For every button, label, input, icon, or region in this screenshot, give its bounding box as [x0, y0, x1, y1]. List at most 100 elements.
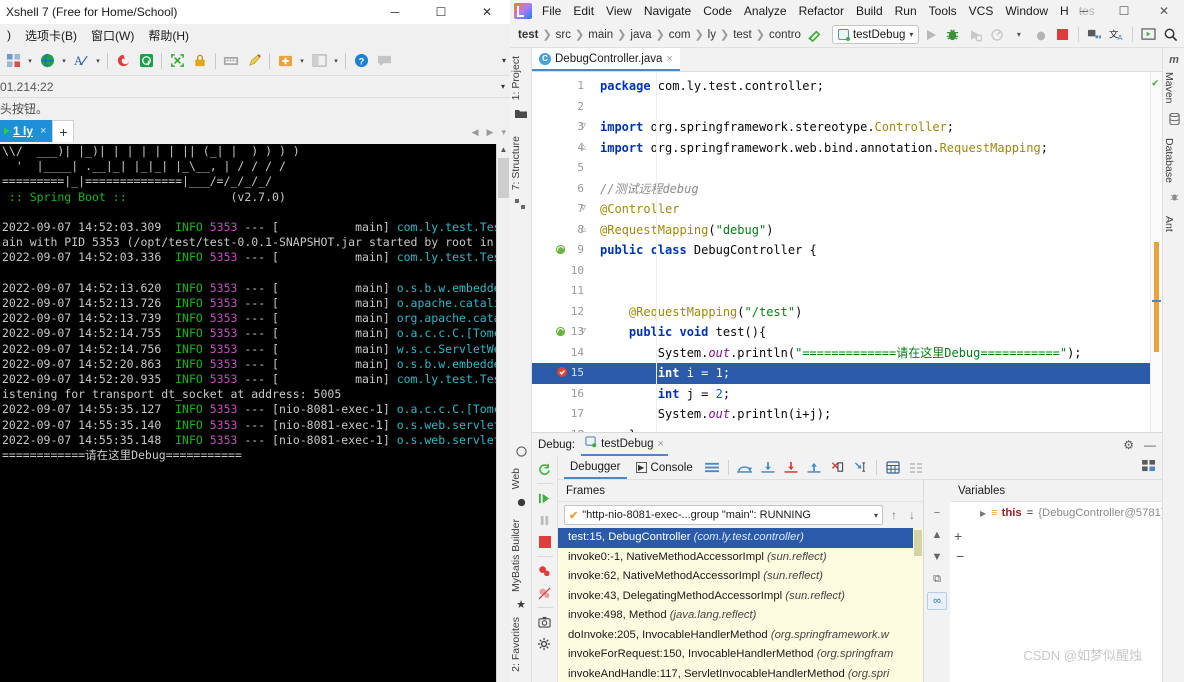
code-line[interactable]: public void test(){ — [588, 322, 1162, 343]
breadcrumb-src[interactable]: src — [554, 29, 573, 41]
sidebar-item-favorites[interactable]: 2: Favorites — [510, 613, 522, 676]
open-folder-icon[interactable] — [36, 50, 58, 72]
add-watch-icon[interactable]: + — [954, 528, 962, 544]
maven-icon[interactable]: m — [1163, 52, 1184, 68]
highlight-pen-icon[interactable] — [243, 50, 265, 72]
step-out-icon[interactable] — [804, 458, 824, 478]
gutter-line[interactable]: 9 — [532, 240, 588, 261]
layout-caret-icon[interactable]: ▾ — [331, 57, 341, 65]
add-tab-caret-icon[interactable]: ▾ — [297, 57, 307, 65]
menu-edit[interactable]: Edit — [567, 2, 600, 20]
tab-debugger[interactable]: Debugger — [564, 456, 627, 479]
code-line[interactable]: @RequestMapping("debug") — [588, 220, 1162, 241]
minimize-icon[interactable]: ─ — [1064, 0, 1104, 22]
code-fold-icon[interactable]: △ — [577, 142, 586, 152]
layout-icon[interactable] — [308, 50, 330, 72]
run-icon[interactable] — [920, 24, 941, 45]
scroll-up-icon[interactable]: ▲ — [497, 145, 510, 154]
menu-item-help[interactable]: 帮助(H) — [141, 25, 196, 46]
gutter-line[interactable]: 6 — [532, 179, 588, 200]
chevron-down-icon[interactable]: ▾ — [909, 30, 913, 39]
force-step-into-icon[interactable] — [781, 458, 801, 478]
chevron-down-icon[interactable]: ▾ — [874, 511, 878, 520]
favorites-star-icon[interactable]: ★ — [510, 596, 532, 613]
structure-icon[interactable] — [510, 195, 532, 217]
gutter-line[interactable]: 5 — [532, 158, 588, 179]
new-tab-button[interactable]: + — [52, 120, 75, 142]
stripe-marker[interactable] — [1154, 242, 1159, 352]
gutter-line[interactable]: 10 — [532, 261, 588, 282]
rerun-icon[interactable] — [534, 459, 556, 479]
breadcrumb-com[interactable]: com — [667, 29, 693, 41]
editor-gutter[interactable]: 123▽4△567▽8△910111213▽1415161718△1920 — [532, 72, 588, 432]
code-line[interactable]: } — [588, 425, 1162, 433]
project-folder-icon[interactable] — [510, 104, 532, 126]
code-line[interactable] — [588, 158, 1162, 179]
code-line[interactable]: System.out.println(i+j); — [588, 404, 1162, 425]
menu-build[interactable]: Build — [850, 2, 889, 20]
debug-settings-icon[interactable] — [1142, 460, 1156, 475]
frame-row[interactable]: invoke:62, NativeMethodAccessorImpl (sun… — [558, 567, 923, 587]
record-icon[interactable] — [112, 50, 134, 72]
drop-frame-icon[interactable] — [827, 458, 847, 478]
layout-settings-icon[interactable] — [702, 458, 722, 478]
terminal-panel[interactable]: \\/ ___)| |_)| | | | | | || (_| | ) ) ) … — [0, 144, 510, 682]
code-line[interactable] — [588, 97, 1162, 118]
sidebar-item-database[interactable]: Database — [1163, 134, 1175, 187]
profile-icon[interactable] — [986, 24, 1007, 45]
gutter-line[interactable]: 4 △ — [532, 138, 588, 159]
gutter-line[interactable]: 16 — [532, 384, 588, 405]
web-icon[interactable] — [510, 442, 532, 464]
debug-session-tab[interactable]: testDebug × — [581, 433, 668, 456]
terminal-scrollbar[interactable]: ▲ — [496, 144, 510, 682]
maximize-icon[interactable]: ☐ — [1104, 0, 1144, 22]
new-session-caret-icon[interactable]: ▾ — [25, 57, 35, 65]
menu-window[interactable]: Window — [999, 2, 1054, 20]
frame-row[interactable]: invokeAndHandle:117, ServletInvocableHan… — [558, 665, 923, 682]
minimize-icon[interactable]: — — [1144, 438, 1156, 452]
database-icon[interactable] — [1163, 108, 1184, 134]
translate-icon[interactable]: 文A — [1106, 24, 1127, 45]
camera-icon[interactable] — [534, 612, 556, 632]
code-fold-icon[interactable]: ▽ — [577, 122, 586, 131]
frame-row[interactable]: invoke0:-1, NativeMethodAccessorImpl (su… — [558, 548, 923, 568]
menu-vcs[interactable]: VCS — [963, 2, 1000, 20]
menu-run[interactable]: Run — [889, 2, 923, 20]
menu-refactor[interactable]: Refactor — [793, 2, 850, 20]
xftp-icon[interactable] — [135, 50, 157, 72]
code-editor[interactable]: 123▽4△567▽8△910111213▽1415161718△1920 pa… — [532, 72, 1162, 432]
code-line[interactable]: public class DebugController { — [588, 240, 1162, 261]
open-folder-caret-icon[interactable]: ▾ — [59, 57, 69, 65]
gutter-line[interactable]: 11 — [532, 281, 588, 302]
sidebar-item-project[interactable]: 1: Project — [510, 52, 522, 104]
mybatis-icon[interactable] — [510, 493, 532, 515]
menu-item-tabs[interactable]: 选项卡(B) — [18, 25, 84, 46]
menu-tools[interactable]: Tools — [923, 2, 963, 20]
sidebar-item-mybatis-builder[interactable]: MyBatis Builder — [510, 515, 522, 596]
code-line[interactable]: package com.ly.test.controller; — [588, 76, 1162, 97]
sidebar-item-structure[interactable]: 7: Structure — [510, 132, 522, 194]
help-icon[interactable]: ? — [350, 50, 372, 72]
gutter-line[interactable]: 18△ — [532, 425, 588, 433]
code-line[interactable] — [588, 281, 1162, 302]
breadcrumb-java[interactable]: java — [628, 29, 653, 41]
step-into-icon[interactable] — [758, 458, 778, 478]
menu-item-window[interactable]: 窗口(W) — [84, 25, 141, 46]
code-line[interactable]: int j = 2; — [588, 384, 1162, 405]
code-fold-icon[interactable]: △ — [577, 224, 586, 234]
frames-scrollbar[interactable] — [913, 528, 923, 682]
remove-icon[interactable]: − — [927, 504, 947, 522]
gutter-line[interactable]: 13 ▽ — [532, 322, 588, 343]
gutter-line[interactable]: 8 △ — [532, 220, 588, 241]
pause-icon[interactable] — [534, 510, 556, 530]
evaluate-expression-icon[interactable] — [883, 458, 903, 478]
new-session-icon[interactable] — [2, 50, 24, 72]
close-icon[interactable]: ✕ — [464, 0, 510, 24]
session-tab-1ly[interactable]: 1 ly × — [0, 120, 53, 142]
session-tab-close-icon[interactable]: × — [40, 125, 46, 137]
run-configuration-selector[interactable]: testDebug ▾ — [831, 25, 920, 44]
font-icon[interactable]: A — [70, 50, 92, 72]
mute-breakpoints-toolbar-icon[interactable] — [906, 458, 926, 478]
frame-row[interactable]: invoke:498, Method (java.lang.reflect) — [558, 606, 923, 626]
search-everywhere-icon[interactable] — [1160, 24, 1181, 45]
